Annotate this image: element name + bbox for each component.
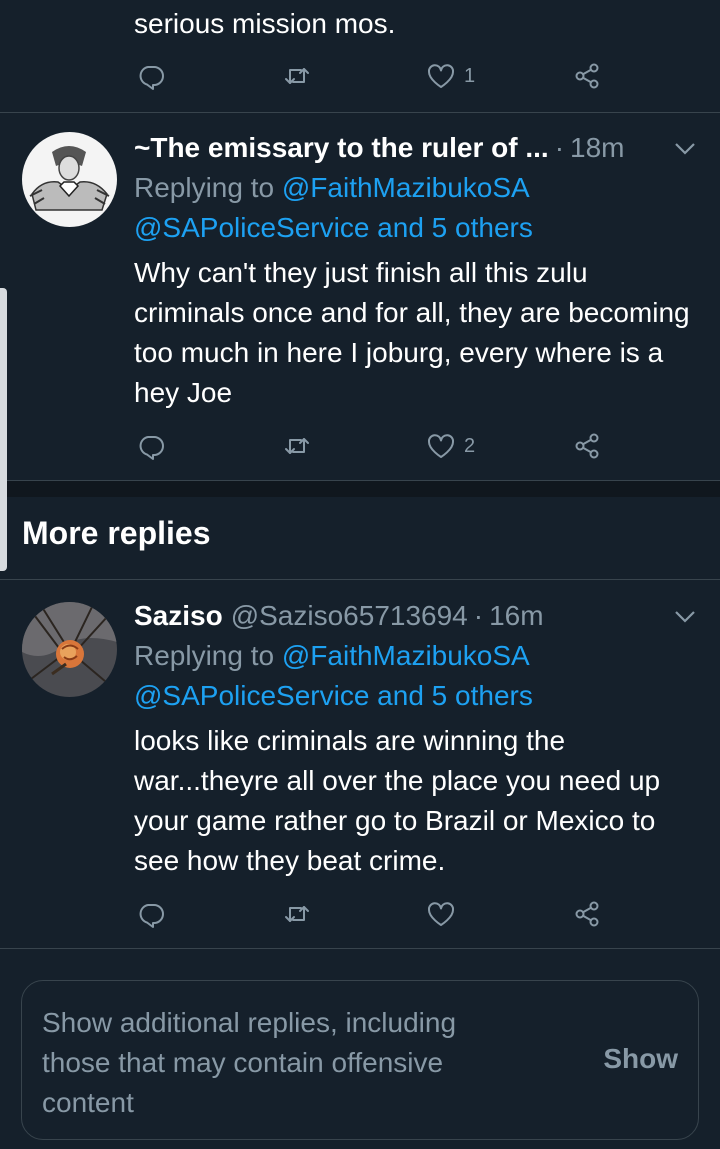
like-button[interactable]: 2 bbox=[426, 426, 475, 466]
share-button[interactable] bbox=[572, 56, 602, 96]
avatar[interactable] bbox=[22, 132, 117, 227]
mention-link[interactable]: @FaithMazibukoSA bbox=[282, 172, 530, 203]
timestamp[interactable]: 18m bbox=[570, 132, 624, 164]
retweet-icon bbox=[285, 906, 309, 922]
divider bbox=[0, 948, 720, 949]
mention-link[interactable]: @FaithMazibukoSA bbox=[282, 640, 530, 671]
retweet-icon bbox=[285, 68, 309, 84]
avatar[interactable] bbox=[22, 602, 117, 697]
tweet-header: ~The emissary to the ruler of ... · 18m bbox=[134, 128, 704, 168]
heart-icon bbox=[427, 902, 455, 926]
retweet-button[interactable] bbox=[282, 894, 312, 934]
separator-dot: · bbox=[554, 132, 565, 163]
divider bbox=[0, 579, 720, 580]
tweet-header: Saziso @Saziso65713694 · 16m bbox=[134, 596, 704, 636]
chevron-down-icon bbox=[675, 611, 695, 623]
display-name[interactable]: Saziso bbox=[134, 600, 223, 632]
screen: serious mission mos. 1 ~The emissary to … bbox=[0, 0, 720, 1149]
display-name[interactable]: ~The emissary to the ruler of ... bbox=[134, 132, 549, 164]
tweet-actions bbox=[134, 894, 614, 934]
replying-to: Replying to @FaithMazibukoSA bbox=[134, 636, 530, 676]
reply-button[interactable] bbox=[136, 56, 166, 96]
section-title: More replies bbox=[22, 515, 211, 551]
share-icon bbox=[575, 63, 599, 89]
tweet-actions: 2 bbox=[134, 426, 614, 466]
tweet[interactable]: Saziso @Saziso65713694 · 16m Replying to… bbox=[0, 596, 720, 948]
avatar-image bbox=[22, 602, 117, 697]
reply-icon bbox=[139, 66, 164, 90]
retweet-icon bbox=[285, 438, 309, 454]
reply-button[interactable] bbox=[136, 894, 166, 934]
share-button[interactable] bbox=[572, 426, 602, 466]
timestamp[interactable]: 16m bbox=[489, 600, 543, 632]
tweet-text: serious mission mos. bbox=[134, 8, 396, 39]
replying-to: Replying to @FaithMazibukoSA bbox=[134, 168, 530, 208]
show-additional-replies-panel: Show additional replies, including those… bbox=[21, 980, 699, 1140]
share-button[interactable] bbox=[572, 894, 602, 934]
retweet-button[interactable] bbox=[282, 56, 312, 96]
section-gap bbox=[0, 481, 720, 497]
reply-icon bbox=[139, 904, 164, 928]
avatar-image bbox=[22, 132, 117, 227]
user-handle[interactable]: @Saziso65713694 bbox=[231, 600, 468, 632]
replying-more-link[interactable]: @SAPoliceService and 5 others bbox=[134, 208, 533, 248]
replying-prefix: Replying to bbox=[134, 172, 275, 203]
show-button[interactable]: Show bbox=[603, 1043, 678, 1075]
share-icon bbox=[575, 901, 599, 927]
replying-prefix: Replying to bbox=[134, 640, 275, 671]
reply-button[interactable] bbox=[136, 426, 166, 466]
like-button[interactable] bbox=[426, 894, 456, 934]
tweet-actions: 1 bbox=[134, 56, 614, 96]
show-additional-replies-message: Show additional replies, including those… bbox=[42, 1007, 457, 1118]
more-replies-header: More replies bbox=[0, 497, 720, 579]
replying-more-link[interactable]: @SAPoliceService and 5 others bbox=[134, 676, 533, 716]
scrollbar[interactable] bbox=[0, 288, 7, 571]
like-count: 1 bbox=[464, 64, 476, 87]
retweet-button[interactable] bbox=[282, 426, 312, 466]
partial-tweet[interactable]: serious mission mos. 1 bbox=[0, 0, 720, 112]
like-button[interactable]: 1 bbox=[426, 56, 475, 96]
share-icon bbox=[575, 433, 599, 459]
heart-icon bbox=[427, 64, 455, 88]
tweet-text: Why can't they just finish all this zulu… bbox=[134, 257, 690, 408]
tweet-text: looks like criminals are winning the war… bbox=[134, 725, 661, 876]
divider bbox=[0, 112, 720, 113]
reply-icon bbox=[139, 436, 164, 460]
like-count: 2 bbox=[464, 434, 476, 457]
separator-dot: · bbox=[473, 600, 484, 631]
heart-icon bbox=[427, 434, 455, 458]
chevron-down-icon bbox=[675, 143, 695, 155]
tweet-menu-button[interactable] bbox=[672, 606, 698, 626]
tweet[interactable]: ~The emissary to the ruler of ... · 18m … bbox=[0, 128, 720, 480]
tweet-menu-button[interactable] bbox=[672, 138, 698, 158]
